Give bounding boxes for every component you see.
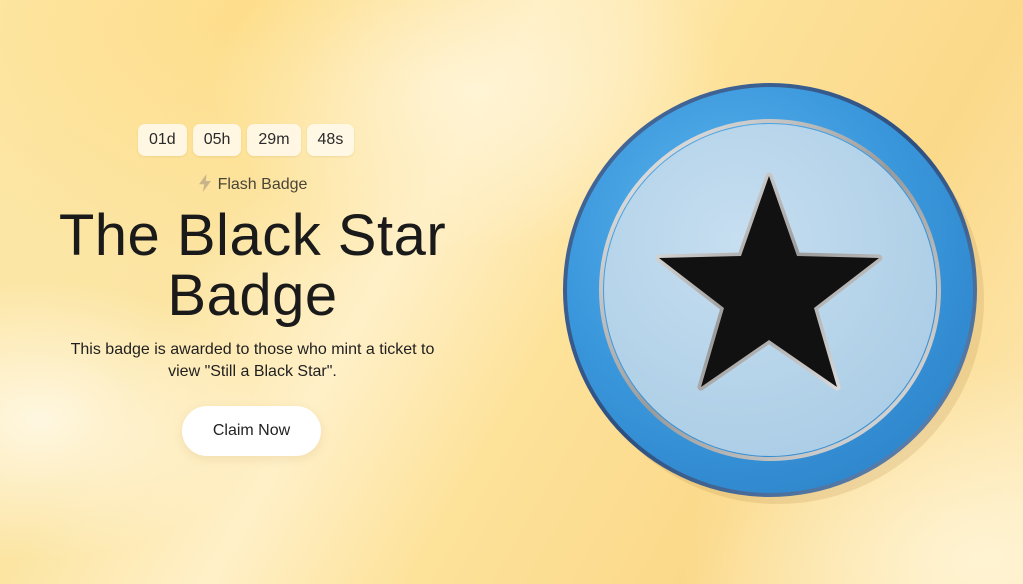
countdown-days: 01d <box>138 124 187 156</box>
hero-content: 01d 05h 29m 48s Flash Badge The Black St… <box>0 0 505 584</box>
lightning-bolt-icon <box>198 174 212 197</box>
countdown-minutes: 29m <box>247 124 301 156</box>
black-star-badge-image <box>548 72 988 512</box>
claim-now-button[interactable]: Claim Now <box>182 406 321 456</box>
description-line-1: This badge is awarded to those who mint … <box>70 341 435 358</box>
badge-type: Flash Badge <box>0 174 505 197</box>
countdown-seconds: 48s <box>306 124 355 156</box>
page-title: The Black Star Badge <box>0 206 505 326</box>
badge-description: This badge is awarded to those who mint … <box>40 339 465 383</box>
title-line-1: The Black Star <box>58 203 447 268</box>
countdown-hours: 05h <box>192 124 242 156</box>
badge-type-label: Flash Badge <box>217 176 308 193</box>
description-line-2: view "Still a Black Star". <box>168 363 337 380</box>
countdown-timer: 01d 05h 29m 48s <box>138 124 355 156</box>
title-line-2: Badge <box>167 263 338 328</box>
